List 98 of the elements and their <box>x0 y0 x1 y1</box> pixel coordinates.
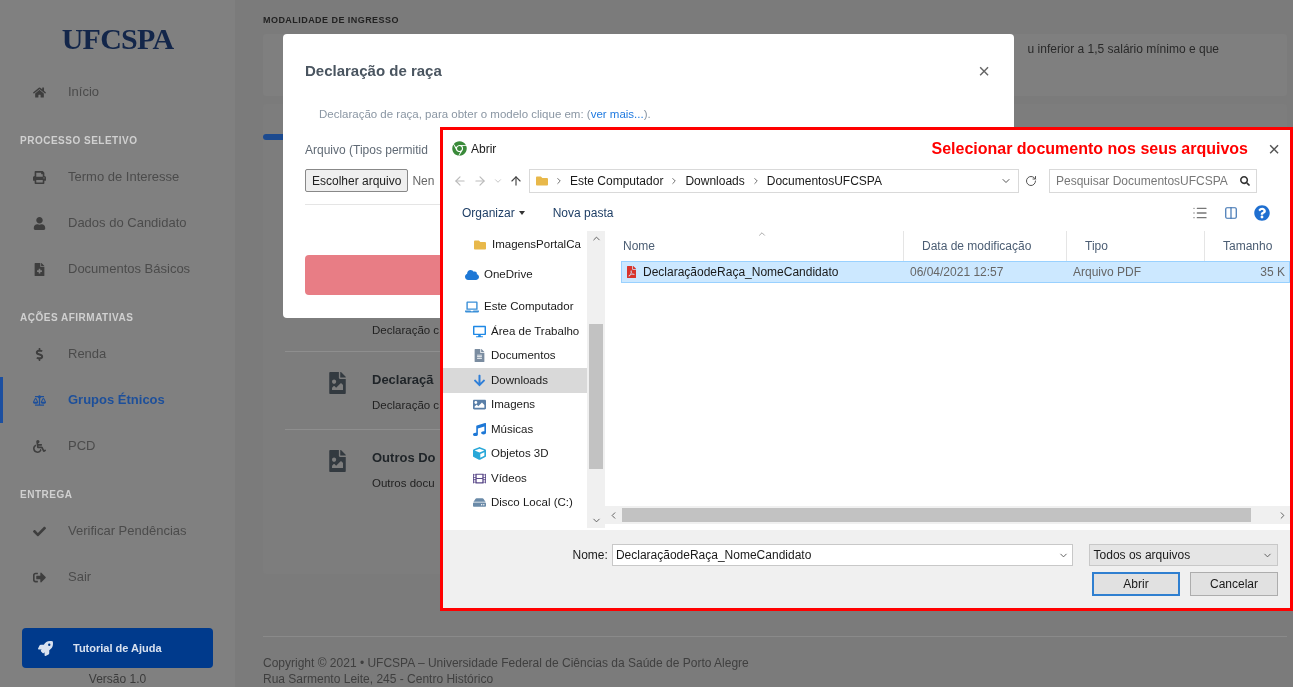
nav-item[interactable]: Este Computador <box>443 295 587 319</box>
back-icon[interactable] <box>453 174 467 188</box>
printer-icon <box>33 170 46 184</box>
cancel-button[interactable]: Cancelar <box>1190 572 1278 596</box>
notice-text: u inferior a 1,5 salário mínimo e que <box>1027 40 1219 58</box>
file-type: Arquivo PDF <box>1072 264 1143 281</box>
refresh-icon[interactable] <box>1025 175 1037 187</box>
close-button[interactable]: × <box>978 56 990 86</box>
folder-icon <box>536 174 548 188</box>
search-icon <box>1240 176 1250 186</box>
chevron-right-icon <box>554 176 564 186</box>
wheelchair-icon <box>33 439 46 453</box>
nav-item[interactable]: Imagens <box>443 392 587 417</box>
file-name-field[interactable]: DeclaraçãodeRaça_NomeCandidato <box>611 544 1073 566</box>
pdf-file-icon <box>626 266 637 278</box>
check-icon <box>33 524 46 538</box>
file-name: DeclaraçãodeRaça_NomeCandidato <box>643 264 839 281</box>
help-icon[interactable] <box>1254 205 1270 221</box>
preview-pane-icon[interactable] <box>1224 206 1238 220</box>
user-icon <box>33 216 46 230</box>
desktop-icon <box>473 324 486 338</box>
close-button[interactable]: × <box>1264 133 1284 164</box>
address-bar[interactable]: Este Computador Downloads DocumentosUFCSPA <box>529 169 1019 193</box>
breadcrumb-item[interactable]: Downloads <box>685 172 745 190</box>
search-placeholder: Pesquisar DocumentosUFCSPA <box>1056 173 1228 190</box>
document-icon <box>33 262 46 276</box>
file-size: 35 K <box>1259 264 1285 281</box>
document-icon <box>473 349 486 363</box>
nav-item[interactable]: Área de Trabalho <box>443 319 587 344</box>
document-subtitle: Declaração c <box>372 398 440 414</box>
file-name-value: DeclaraçãodeRaça_NomeCandidato <box>615 547 812 564</box>
file-type-value: Todos os arquivos <box>1093 547 1191 564</box>
section-label: MODALIDADE DE INGRESSO <box>263 14 400 27</box>
cloud-icon <box>465 269 479 281</box>
organize-button[interactable]: Organizar <box>462 204 525 222</box>
cube-icon <box>473 447 486 461</box>
open-button[interactable]: Abrir <box>1092 572 1180 596</box>
document-title: Outros Do <box>372 448 436 467</box>
search-field[interactable]: Pesquisar DocumentosUFCSPA <box>1049 169 1257 193</box>
footer-text: Rua Sarmento Leite, 245 - Centro Histórico <box>263 671 495 687</box>
nav-item[interactable]: ImagensPortalCa <box>443 233 587 257</box>
file-status: Nen <box>412 172 435 190</box>
breadcrumb-item[interactable]: Este Computador <box>570 172 664 190</box>
modal-title: Declaração de raça <box>305 60 442 81</box>
nav-item[interactable]: Objetos 3D <box>443 441 587 466</box>
caret-icon <box>518 211 525 215</box>
nav-item[interactable]: Downloads <box>443 368 587 393</box>
chevron-down-icon[interactable] <box>493 176 503 186</box>
download-icon <box>473 373 486 387</box>
footer-text: Copyright © 2021 • UFCSPA – Universidade Federal de Ciências da Saúde de Porto Alegre <box>263 655 750 671</box>
document-subtitle: Outros docu <box>372 476 436 491</box>
scale-icon <box>33 393 46 407</box>
breadcrumb-item[interactable]: DocumentosUFCSPA <box>766 172 882 190</box>
music-icon <box>473 422 486 436</box>
nav-item[interactable]: Disco Local (C:) <box>443 490 587 515</box>
nav-item[interactable]: Músicas <box>443 417 587 442</box>
up-icon[interactable] <box>509 174 523 188</box>
rocket-icon <box>38 640 53 656</box>
section-heading: PROCESSO SELETIVO <box>19 134 139 148</box>
annotation-text: Selecionar documento nos seus arquivos <box>931 138 1248 159</box>
browser-logo-icon <box>452 141 467 156</box>
file-date: 06/04/2021 12:57 <box>909 264 1005 281</box>
document-title: Declaraçã <box>372 370 435 389</box>
drive-icon <box>473 496 486 510</box>
more-link[interactable]: ver mais... <box>590 108 644 120</box>
image-file-icon <box>329 449 346 472</box>
scrollbar[interactable] <box>587 231 605 528</box>
image-file-icon <box>329 371 346 394</box>
column-header[interactable]: Nome <box>605 231 903 261</box>
forward-icon[interactable] <box>473 174 487 188</box>
scroll-thumb[interactable] <box>589 324 603 469</box>
section-heading: ENTREGA <box>19 488 74 502</box>
dialog-title: Abrir <box>471 140 497 158</box>
help-button[interactable]: Tutorial de Ajuda <box>22 628 213 668</box>
section-heading: AÇÕES AFIRMATIVAS <box>19 310 135 325</box>
file-row[interactable]: DeclaraçãodeRaça_NomeCandidato 06/04/2021 12:57 Arquivo PDF 35 K <box>621 261 1290 283</box>
home-icon <box>33 85 46 99</box>
document-subtitle: Declaração c <box>372 322 440 338</box>
film-icon <box>473 471 486 485</box>
dollar-icon <box>33 347 46 361</box>
nav-item[interactable]: OneDrive <box>443 263 587 287</box>
image-icon <box>473 398 486 412</box>
logo: UFCSPA <box>60 21 175 57</box>
file-type-select[interactable]: Todos os arquivos <box>1088 544 1278 566</box>
nav-item[interactable]: Documentos <box>443 343 587 368</box>
choose-file-button[interactable]: Escolher arquivo <box>305 169 409 193</box>
modal-description: Declaração de raça, para obter o modelo clique em: (ver mais...). <box>318 107 652 122</box>
version-text: Versão 1.0 <box>87 672 148 686</box>
folder-icon <box>473 239 487 251</box>
sort-icon <box>757 231 767 239</box>
exit-icon <box>33 570 46 584</box>
nav-item[interactable]: Vídeos <box>443 466 587 491</box>
view-options-icon[interactable] <box>1192 205 1208 221</box>
new-folder-button[interactable]: Nova pasta <box>552 204 614 222</box>
name-label: Nome: <box>571 547 608 564</box>
computer-icon <box>465 301 479 313</box>
scroll-thumb[interactable] <box>622 508 1251 522</box>
file-label: Arquivo (Tipos permitid <box>305 142 428 160</box>
